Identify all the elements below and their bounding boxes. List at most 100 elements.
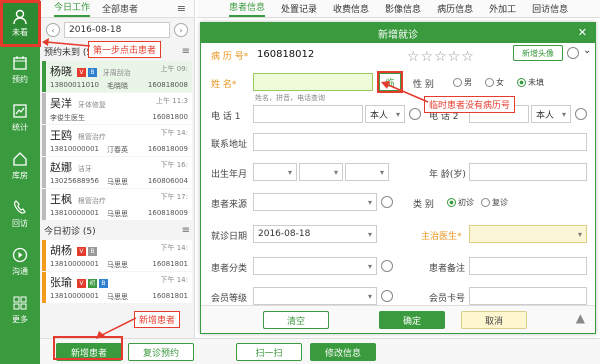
tab-patient-info[interactable]: 患者信息 — [229, 0, 266, 17]
nav-item-followup[interactable]: 回访 — [0, 190, 40, 238]
nav-item-communicate[interactable]: 沟通 — [0, 238, 40, 286]
phone1-input[interactable] — [253, 105, 363, 123]
scroll-top-icon[interactable]: ▲ — [576, 311, 585, 325]
clear-button[interactable]: 清空 — [263, 311, 329, 329]
list-item[interactable]: 吴洋 牙体修复 上午 11:3 李俊生医生 16081800 — [42, 93, 192, 124]
nav-item-more[interactable]: 更多 — [0, 286, 40, 334]
rebook-button[interactable]: 复诊预约 — [128, 343, 194, 361]
phone1-owner-select[interactable]: 本人 — [365, 105, 405, 123]
section-first-visit[interactable]: 今日初诊 (5) ≡ — [40, 221, 194, 239]
patient-time: 上午 11:3 — [156, 97, 188, 105]
tab-lab[interactable]: 外加工 — [489, 2, 516, 15]
prev-day-icon[interactable]: ‹ — [46, 23, 60, 37]
gender-male-radio[interactable]: 男 — [453, 77, 472, 88]
type-first-radio[interactable]: 初诊 — [447, 197, 474, 208]
record-label: 病 历 号* — [211, 52, 249, 62]
list-item[interactable]: 胡杨 VB 下午 14: 13810000001 马思思 16081801 — [42, 240, 192, 271]
gear-icon[interactable] — [409, 108, 421, 120]
tab-records[interactable]: 病历信息 — [437, 2, 473, 15]
left-nav: 未看 预约 统计 库房 回访 沟通 更多 — [0, 0, 40, 364]
birth-day-select[interactable] — [345, 163, 389, 181]
patient-name: 赵娜 — [50, 161, 72, 174]
birth-month-select[interactable] — [299, 163, 343, 181]
patient-id: 16081801 — [152, 292, 188, 300]
tab-today-work[interactable]: 今日工作 — [54, 0, 91, 17]
confirm-button[interactable]: 确定 — [379, 311, 445, 329]
tab-treatment[interactable]: 处置记录 — [281, 2, 317, 15]
menu-icon[interactable]: ≡ — [177, 2, 186, 15]
member-level-select[interactable] — [253, 287, 377, 305]
radio-label: 男 — [464, 78, 472, 87]
patient-phone: 13810000001 — [50, 292, 99, 300]
badge-icon: V — [76, 68, 86, 77]
annotation-new-patient: 新增患者 — [134, 311, 181, 328]
patient-doctor: 马思思 — [107, 261, 128, 269]
source-select[interactable] — [253, 193, 377, 211]
remark-input[interactable] — [469, 257, 587, 275]
age-input[interactable] — [469, 163, 587, 181]
birth-label: 出生年月 — [211, 170, 248, 180]
close-icon[interactable]: ✕ — [578, 26, 587, 39]
scan-button[interactable]: 扫一扫 — [236, 343, 302, 361]
gender-unfilled-radio[interactable]: 未填 — [517, 77, 544, 88]
doctor-label: 主治医生* — [421, 232, 462, 242]
patient-name: 王鸥 — [50, 129, 72, 142]
address-label: 联系地址 — [211, 140, 248, 150]
type-return-radio[interactable]: 复诊 — [481, 197, 508, 208]
address-input[interactable] — [253, 133, 587, 151]
nav-label: 更多 — [12, 315, 28, 324]
birth-year-select[interactable] — [253, 163, 297, 181]
rating-stars[interactable]: ☆☆☆☆☆ — [407, 49, 475, 65]
radio-label: 未填 — [528, 78, 544, 87]
gear-icon[interactable] — [381, 196, 393, 208]
list-item[interactable]: 杨晓 VB 牙周刮治 上午 09: 13800011010 毛晓晓 16081800… — [42, 61, 192, 92]
radio-label: 初诊 — [458, 198, 474, 207]
detail-tabs: 患者信息 处置记录 收费信息 影像信息 病历信息 外加工 回访信息 — [197, 0, 600, 18]
nav-item-appointment[interactable]: 预约 — [0, 46, 40, 94]
tab-followup[interactable]: 回访信息 — [532, 2, 568, 15]
list-item[interactable]: 赵娜 洁牙 下午 16: 13025688956 马思思 160806004 — [42, 157, 192, 188]
list-item[interactable]: 张瑜 V初B 下午 14: 13810000001 马思思 16081801 — [42, 272, 192, 303]
member-card-label: 会员卡号 — [429, 294, 466, 304]
patient-id: 16081800 — [152, 113, 188, 121]
gender-female-radio[interactable]: 女 — [485, 77, 504, 88]
name-input[interactable] — [253, 73, 373, 91]
visit-date-select[interactable]: 2016-08-18 — [253, 225, 377, 243]
nav-item-storage[interactable]: 库房 — [0, 142, 40, 190]
nav-label: 预约 — [12, 75, 28, 84]
new-avatar-button[interactable]: 新增头像 — [513, 45, 563, 61]
next-day-icon[interactable]: › — [174, 23, 188, 37]
gear-icon[interactable] — [381, 260, 393, 272]
category-select[interactable] — [253, 257, 377, 275]
patient-time: 下午 14: — [160, 129, 189, 137]
tab-charges[interactable]: 收费信息 — [333, 2, 369, 15]
expand-icon[interactable]: ⌄ — [583, 45, 591, 56]
member-level-label: 会员等级 — [211, 294, 248, 304]
nav-item-stats[interactable]: 统计 — [0, 94, 40, 142]
section-menu-icon[interactable]: ≡ — [182, 46, 190, 57]
cancel-button[interactable]: 取消 — [461, 311, 527, 329]
gear-icon[interactable] — [567, 47, 579, 59]
patient-doctor: 马思思 — [107, 293, 128, 301]
doctor-select[interactable] — [469, 225, 587, 243]
patient-note: 牙体修复 — [77, 101, 106, 109]
patient-name: 胡杨 — [50, 244, 72, 257]
tab-all-patients[interactable]: 全部患者 — [102, 2, 138, 15]
patient-time: 下午 17: — [160, 193, 189, 201]
remark-label: 患者备注 — [429, 264, 466, 274]
patient-phone: 李俊生医生 — [50, 114, 85, 122]
list-item[interactable]: 王鸥 根管治疗 下午 14: 13810000001 汀春英 160818009 — [42, 125, 192, 156]
annotation-temp-patient: 临时患者没有病历号 — [424, 96, 516, 113]
annotation-arrow — [42, 38, 91, 47]
edit-info-button[interactable]: 修改信息 — [310, 343, 376, 361]
member-card-input[interactable] — [469, 287, 587, 305]
tab-images[interactable]: 影像信息 — [385, 2, 421, 15]
patient-phone: 13025688956 — [50, 177, 99, 185]
gear-icon[interactable] — [575, 108, 587, 120]
list-item[interactable]: 王枫 根管治疗 下午 17: 13810000001 马思思 160818009 — [42, 189, 192, 220]
patient-phone: 13810000001 — [50, 209, 99, 217]
gear-icon[interactable] — [381, 290, 393, 302]
date-picker[interactable]: 2016-08-18 — [64, 22, 170, 38]
section-menu-icon[interactable]: ≡ — [182, 225, 190, 236]
phone2-owner-select[interactable]: 本人 — [531, 105, 571, 123]
